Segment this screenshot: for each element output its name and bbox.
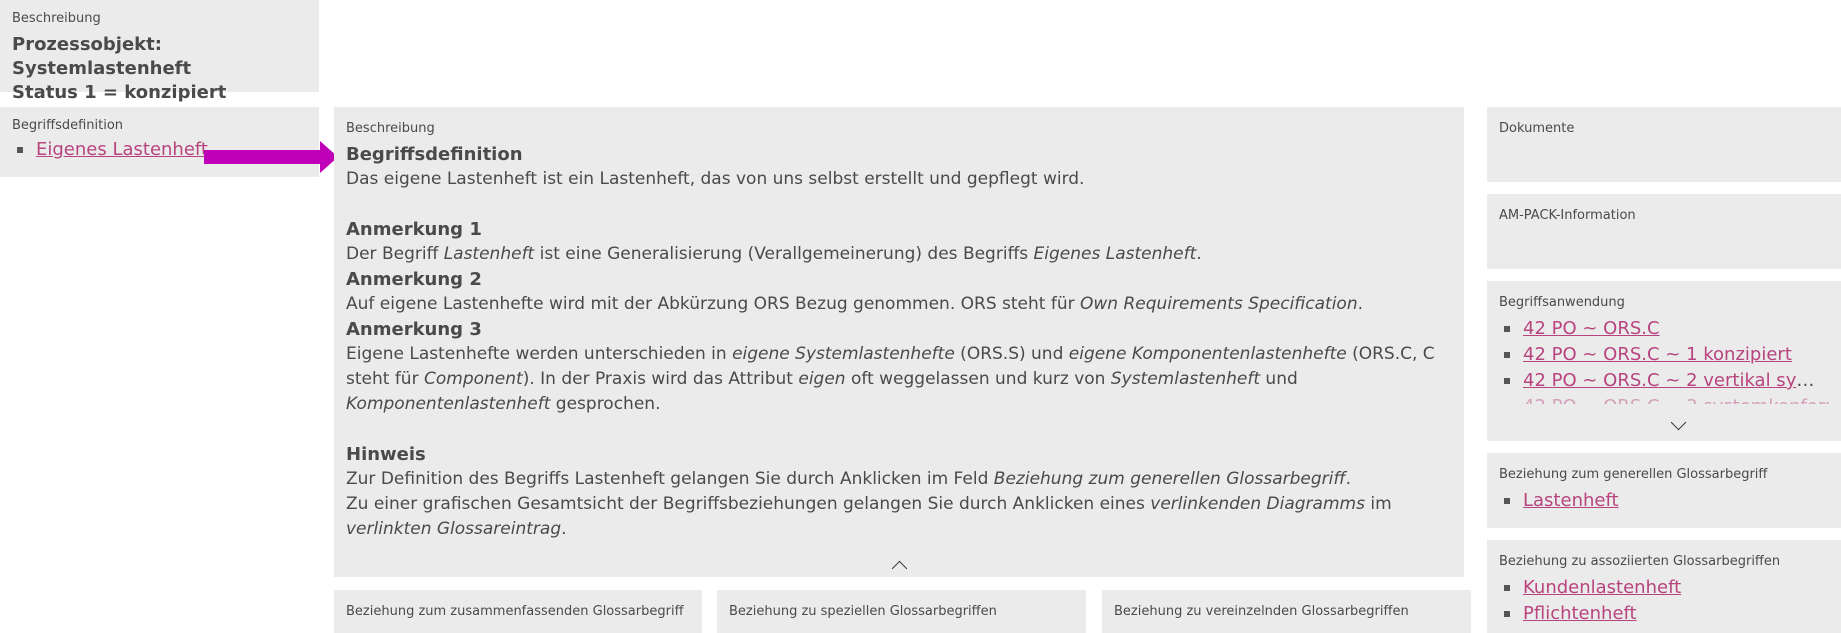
relation-summary-panel[interactable]: Beziehung zum zusammenfassenden Glossarb… [334, 590, 702, 633]
relation-special-label: Beziehung zu speziellen Glossarbegriffen [729, 604, 997, 619]
ampack-label: AM-PACK-Information [1499, 208, 1636, 223]
relation-individual-panel[interactable]: Beziehung zu vereinzelnden Glossarbegrif… [1102, 590, 1471, 633]
usage-item-2: 42 PO ~ ORS.C ~ 1 konzipiert [1499, 342, 1825, 368]
header-panel: Beschreibung Prozessobjekt: Systemlasten… [0, 0, 319, 103]
arrow-shape [204, 141, 338, 173]
documents-label: Dokumente [1499, 121, 1575, 136]
page-title-line2: Status 1 = konzipiert [12, 82, 227, 103]
documents-panel: Dokumente [1487, 107, 1841, 182]
description-panel: Beschreibung Begriffsdefinition Das eige… [334, 107, 1464, 577]
expand-chevron-down-icon[interactable] [1670, 414, 1687, 431]
link-eigenes-lastenheft[interactable]: Eigenes Lastenheft [36, 139, 208, 160]
associated-terms-panel: Beziehung zu assoziierten Glossarbegriff… [1487, 540, 1841, 633]
header-label: Beschreibung [12, 11, 101, 26]
anmerkung-1-text: Der Begriff Lastenheft ist eine Generali… [346, 244, 1202, 264]
heading-anmerkung-1: Anmerkung 1 [346, 219, 482, 240]
definition-nav-label: Begriffsdefinition [12, 118, 124, 133]
usage-link-1[interactable]: 42 PO ~ ORS.C [1523, 318, 1660, 339]
page-title: Prozessobjekt: Systemlastenheft Status 1… [12, 33, 307, 105]
usage-panel: Begriffsanwendung 42 PO ~ ORS.C 42 PO ~ … [1487, 281, 1841, 441]
usage-link-4[interactable]: 42 PO ~ ORS.C ~ 3 systemkonform [1523, 396, 1829, 404]
usage-label: Begriffsanwendung [1499, 295, 1625, 310]
usage-list-scroll[interactable]: 42 PO ~ ORS.C 42 PO ~ ORS.C ~ 1 konzipie… [1499, 316, 1829, 404]
description-label: Beschreibung [346, 121, 435, 136]
anmerkung-2-text: Auf eigene Lastenhefte wird mit der Abkü… [346, 294, 1364, 314]
anmerkung-3-text: Eigene Lastenhefte werden unterschieden … [346, 344, 1435, 414]
link-kundenlastenheft[interactable]: Kundenlastenheft [1523, 577, 1681, 598]
relation-individual-label: Beziehung zu vereinzelnden Glossarbegrif… [1114, 604, 1409, 619]
usage-item-4: 42 PO ~ ORS.C ~ 3 systemkonform [1499, 394, 1829, 404]
link-pflichtenheft[interactable]: Pflichtenheft [1523, 603, 1637, 624]
associated-terms-label: Beziehung zu assoziierten Glossarbegriff… [1499, 554, 1781, 569]
hinweis-text-1: Zur Definition des Begriffs Lastenheft g… [346, 469, 1352, 489]
usage-item-1: 42 PO ~ ORS.C [1499, 316, 1825, 342]
heading-hinweis: Hinweis [346, 444, 426, 465]
relation-special-panel[interactable]: Beziehung zu speziellen Glossarbegriffen [717, 590, 1086, 633]
heading-begriffsdefinition: Begriffsdefinition [346, 144, 523, 165]
usage-link-3[interactable]: 42 PO ~ ORS.C ~ 2 vertikal synchronisier… [1523, 370, 1825, 391]
heading-anmerkung-3: Anmerkung 3 [346, 319, 482, 340]
collapse-chevron-up-icon[interactable] [891, 560, 908, 577]
page-title-line1: Prozessobjekt: Systemlastenheft [12, 34, 192, 79]
list-item: Lastenheft [1499, 488, 1829, 514]
usage-item-3: 42 PO ~ ORS.C ~ 2 vertikal synchronisier… [1499, 368, 1825, 394]
ampack-panel: AM-PACK-Information [1487, 194, 1841, 269]
definition-text: Das eigene Lastenheft ist ein Lastenheft… [346, 169, 1085, 189]
heading-anmerkung-2: Anmerkung 2 [346, 269, 482, 290]
general-term-label: Beziehung zum generellen Glossarbegriff [1499, 467, 1768, 482]
arrow-right-icon [204, 141, 338, 173]
list-item: Pflichtenheft [1499, 601, 1829, 627]
general-term-panel: Beziehung zum generellen Glossarbegriff … [1487, 453, 1841, 528]
relation-summary-label: Beziehung zum zusammenfassenden Glossarb… [346, 604, 684, 619]
list-item: Kundenlastenheft [1499, 575, 1829, 601]
link-lastenheft[interactable]: Lastenheft [1523, 490, 1619, 511]
hinweis-text-2: Zu einer grafischen Gesamtsicht der Begr… [346, 494, 1392, 539]
usage-link-2[interactable]: 42 PO ~ ORS.C ~ 1 konzipiert [1523, 344, 1792, 365]
